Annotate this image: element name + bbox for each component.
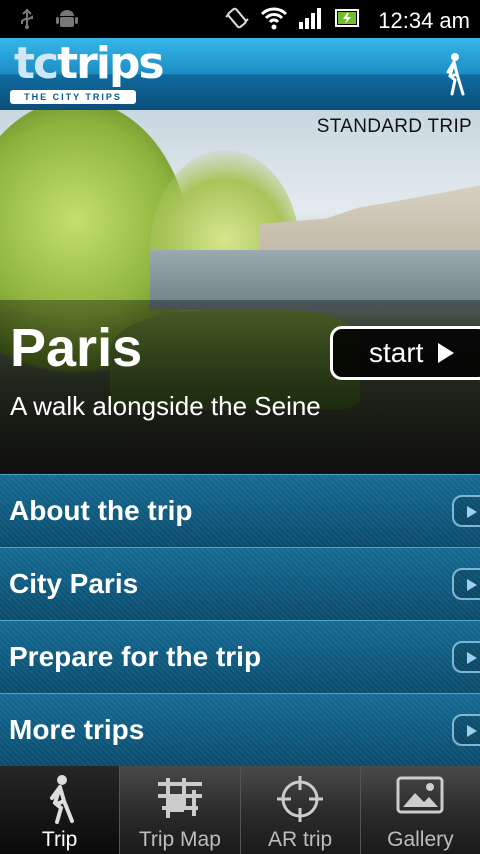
menu-item-about[interactable]: About the trip <box>0 474 480 547</box>
tctrips-logo[interactable]: tctrips THE CITY TRIPS <box>10 42 165 104</box>
start-button[interactable]: start <box>330 326 480 380</box>
picture-icon <box>395 774 445 823</box>
tab-trip-map[interactable]: Trip Map <box>119 766 239 854</box>
tab-trip[interactable]: Trip <box>0 766 120 854</box>
usb-icon <box>18 8 38 29</box>
menu-item-more-trips[interactable]: More trips <box>0 693 480 766</box>
clock: 12:34 am <box>378 7 470 33</box>
trip-menu: About the trip City Paris Prepare for th… <box>0 474 480 766</box>
wifi-icon <box>260 6 288 35</box>
crosshair-icon <box>275 774 325 829</box>
menu-item-prepare[interactable]: Prepare for the trip <box>0 620 480 693</box>
menu-item-city[interactable]: City Paris <box>0 547 480 620</box>
trip-type-label: STANDARD TRIP <box>316 116 472 137</box>
map-icon <box>154 774 206 827</box>
status-bar: 12:34 am <box>0 0 480 38</box>
battery-icon <box>334 7 362 34</box>
trip-hero-image: STANDARD TRIP Paris A walk alongside the… <box>0 110 480 474</box>
android-icon <box>56 8 78 28</box>
tab-ar-trip[interactable]: AR trip <box>239 766 360 854</box>
app-header: tctrips THE CITY TRIPS <box>0 38 480 110</box>
walker-icon[interactable] <box>442 52 466 96</box>
chevron-right-icon <box>452 714 480 746</box>
city-title: Paris <box>10 318 143 378</box>
chevron-right-icon <box>452 568 480 600</box>
vibrate-icon <box>224 5 250 36</box>
play-icon <box>438 343 455 363</box>
chevron-right-icon <box>452 641 480 673</box>
chevron-right-icon <box>452 495 480 527</box>
signal-icon <box>298 6 324 35</box>
tab-gallery[interactable]: Gallery <box>359 766 480 854</box>
trip-subtitle: A walk alongside the Seine <box>10 391 321 421</box>
walker-icon <box>42 774 78 829</box>
bottom-tab-bar: Trip Trip Map AR trip Gallery <box>0 766 480 854</box>
